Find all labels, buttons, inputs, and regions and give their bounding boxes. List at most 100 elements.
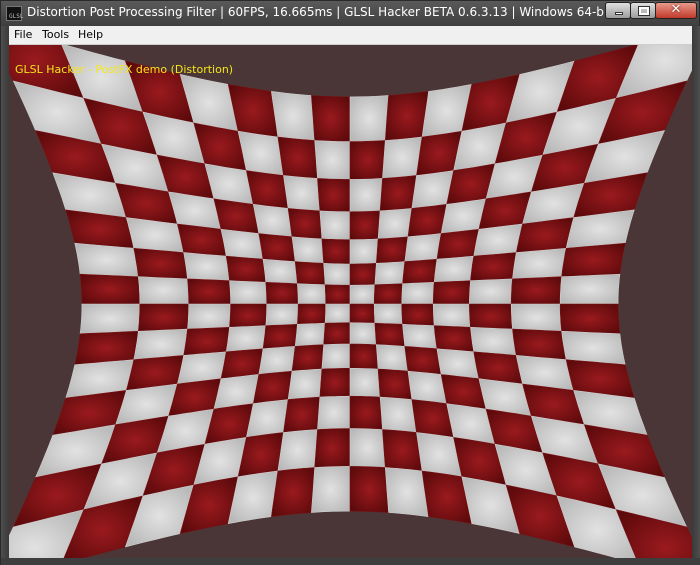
checker-square bbox=[319, 367, 351, 398]
checker-square bbox=[349, 466, 389, 513]
checker-square bbox=[349, 140, 386, 180]
checker-square bbox=[349, 395, 383, 430]
checker-square bbox=[561, 330, 626, 366]
checker-square bbox=[401, 303, 435, 327]
checker-square bbox=[349, 262, 377, 286]
checker-square bbox=[225, 255, 267, 283]
checker-square bbox=[229, 303, 268, 328]
checker-square bbox=[225, 325, 267, 353]
checker-square bbox=[349, 322, 377, 346]
render-viewport[interactable]: GLSL Hacker - PostFX demo (Distortion) bbox=[9, 45, 692, 558]
checker-square bbox=[510, 303, 563, 332]
checker-square bbox=[559, 303, 621, 335]
checker-square bbox=[469, 278, 513, 305]
checker-square bbox=[374, 261, 406, 286]
checker-square bbox=[283, 175, 321, 212]
checker-square bbox=[384, 467, 429, 517]
checker-square bbox=[262, 258, 298, 285]
checker-square bbox=[287, 368, 323, 400]
minimize-icon bbox=[615, 12, 623, 15]
checker-square bbox=[258, 233, 296, 262]
checker-square bbox=[324, 303, 351, 324]
maximize-icon bbox=[638, 6, 650, 16]
checker-square bbox=[213, 198, 260, 234]
menu-tools[interactable]: Tools bbox=[42, 28, 69, 41]
checker-square bbox=[287, 208, 323, 240]
checker-square bbox=[319, 210, 351, 240]
checker-square bbox=[220, 348, 264, 380]
checker-square bbox=[291, 344, 325, 372]
checker-square bbox=[470, 326, 517, 356]
checker-square bbox=[402, 323, 438, 350]
checker-square bbox=[183, 252, 230, 282]
checker-square bbox=[374, 322, 406, 347]
checker-square bbox=[433, 325, 475, 353]
checker-square bbox=[258, 346, 296, 375]
checker-square bbox=[74, 330, 139, 366]
checker-square bbox=[252, 370, 293, 405]
checker-square bbox=[349, 367, 381, 398]
checker-square bbox=[349, 343, 379, 370]
checker-square bbox=[377, 368, 413, 400]
checker-square bbox=[375, 236, 409, 264]
checker-square bbox=[349, 178, 383, 213]
menu-help[interactable]: Help bbox=[78, 28, 103, 41]
window-frame-left bbox=[1, 26, 9, 565]
checker-square bbox=[377, 208, 413, 240]
menu-file[interactable]: File bbox=[14, 28, 32, 41]
maximize-button[interactable] bbox=[630, 2, 656, 19]
checker-square bbox=[277, 429, 318, 472]
checker-square bbox=[311, 95, 351, 142]
checker-square bbox=[559, 273, 621, 305]
checker-square bbox=[436, 228, 480, 260]
checker-square bbox=[382, 136, 423, 179]
checker-square bbox=[79, 273, 141, 305]
checker-square bbox=[401, 281, 435, 305]
checker-square bbox=[407, 203, 448, 238]
checker-square bbox=[373, 283, 403, 305]
checker-square bbox=[349, 284, 376, 305]
checker-square bbox=[297, 303, 327, 325]
checker-square bbox=[375, 344, 409, 372]
checker-square bbox=[436, 348, 480, 380]
app-icon-label: GLSL bbox=[9, 13, 24, 20]
checker-square bbox=[183, 326, 230, 356]
app-icon[interactable]: GLSL bbox=[6, 6, 24, 21]
checker-square bbox=[177, 223, 227, 257]
checker-square bbox=[220, 228, 264, 260]
checker-square bbox=[470, 252, 517, 282]
checker-square bbox=[133, 328, 188, 361]
checker-square bbox=[133, 247, 188, 280]
checker-square bbox=[187, 303, 231, 330]
close-icon: ✕ bbox=[670, 2, 682, 17]
checker-square bbox=[349, 428, 386, 468]
checker-square bbox=[283, 396, 321, 433]
app-window: GLSL Distortion Post Processing Filter |… bbox=[0, 0, 700, 565]
checker-square bbox=[317, 178, 351, 213]
checker-square bbox=[469, 303, 513, 330]
window-frame-right bbox=[692, 26, 700, 565]
checker-square bbox=[402, 258, 438, 285]
checker-square bbox=[512, 328, 567, 361]
checker-square bbox=[407, 370, 448, 405]
close-button[interactable]: ✕ bbox=[655, 2, 697, 19]
checker-square bbox=[432, 303, 471, 328]
overlay-caption: GLSL Hacker - PostFX demo (Distortion) bbox=[15, 63, 234, 76]
checker-square bbox=[382, 429, 423, 472]
checker-square bbox=[324, 284, 351, 305]
checker-square bbox=[137, 303, 190, 332]
checker-square bbox=[379, 396, 417, 433]
checker-square bbox=[271, 91, 316, 141]
checker-square bbox=[74, 242, 139, 278]
minimize-button[interactable] bbox=[605, 2, 631, 19]
checker-square bbox=[373, 303, 403, 325]
title-bar[interactable]: GLSL Distortion Post Processing Filter |… bbox=[1, 1, 699, 26]
window-title: Distortion Post Processing Filter | 60FP… bbox=[27, 5, 607, 19]
checker-square bbox=[404, 233, 442, 262]
checker-square bbox=[137, 276, 190, 305]
menu-bar: File Tools Help bbox=[9, 26, 692, 45]
checker-square bbox=[512, 247, 567, 280]
checker-square bbox=[314, 428, 351, 468]
checker-square bbox=[265, 281, 299, 305]
checker-square bbox=[311, 466, 351, 513]
